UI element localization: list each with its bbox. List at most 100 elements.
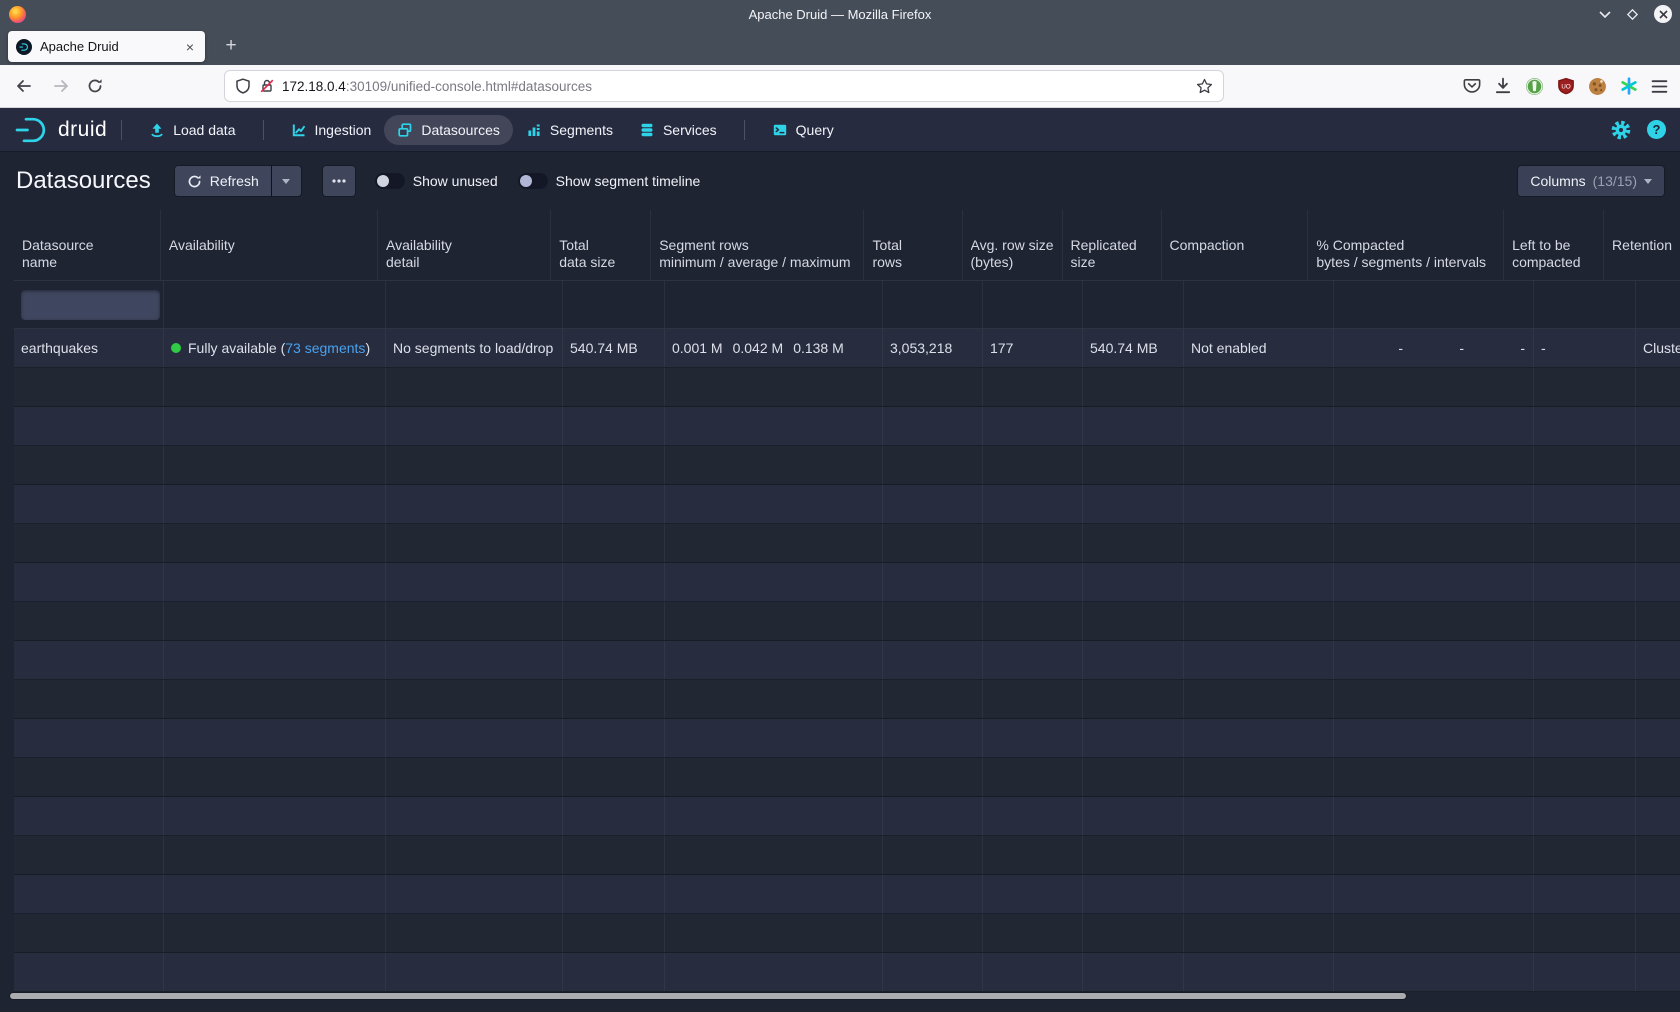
services-icon <box>639 122 655 138</box>
forward-button[interactable] <box>46 71 76 101</box>
refresh-icon <box>187 174 202 189</box>
colorful-asterisk-icon[interactable] <box>1620 77 1638 95</box>
columns-button[interactable]: Columns (13/15) <box>1518 166 1664 196</box>
column-header-pct-compacted[interactable]: % Compactedbytes / segments / intervals <box>1308 210 1504 280</box>
nav-item-label: Query <box>796 122 834 138</box>
column-header-availability[interactable]: Availability <box>161 210 378 280</box>
table-filter-row <box>14 281 1680 329</box>
datasource-filter-input[interactable] <box>21 290 160 320</box>
tab-title: Apache Druid <box>40 39 183 54</box>
download-icon[interactable] <box>1494 77 1512 95</box>
column-header-total-data-size[interactable]: Totaldata size <box>551 210 651 280</box>
refresh-dropdown-button[interactable] <box>272 166 301 196</box>
page-header: Datasources Refresh Show unused Show seg… <box>0 152 1680 210</box>
toggle-track <box>375 173 405 189</box>
datasource-name-cell[interactable]: earthquakes <box>14 329 164 367</box>
show-segment-timeline-label: Show segment timeline <box>556 173 701 189</box>
fully-available-dot-icon <box>171 343 181 353</box>
chevron-down-icon <box>1644 179 1652 184</box>
show-unused-label: Show unused <box>413 173 498 189</box>
nav-item-label: Load data <box>173 122 235 138</box>
more-actions-button[interactable] <box>323 166 355 196</box>
browser-toolbar: 172.18.0.4:30109/unified-console.html#da… <box>0 65 1680 108</box>
refresh-button[interactable]: Refresh <box>175 166 271 196</box>
insecure-lock-icon[interactable] <box>259 78 275 94</box>
table-row-empty <box>14 446 1680 485</box>
table-row-empty <box>14 368 1680 407</box>
nav-item-label: Datasources <box>421 122 500 138</box>
nav-item-label: Segments <box>550 122 613 138</box>
table-row-empty <box>14 485 1680 524</box>
nav-item-label: Ingestion <box>315 122 372 138</box>
table-row-empty <box>14 875 1680 914</box>
window-title: Apache Druid — Mozilla Firefox <box>0 7 1680 22</box>
window-close-button[interactable] <box>1654 5 1672 23</box>
privacy-badger-icon[interactable] <box>1525 77 1544 96</box>
chevron-down-icon <box>282 179 290 184</box>
nav-item-datasources[interactable]: Datasources <box>384 115 513 145</box>
ublock-origin-icon[interactable]: UO <box>1557 77 1575 95</box>
column-header-availability-detail[interactable]: Availabilitydetail <box>378 210 551 280</box>
nav-item-services[interactable]: Services <box>626 115 730 145</box>
window-minimize-button[interactable] <box>1599 10 1611 18</box>
url-host: 172.18.0.4 <box>282 79 346 94</box>
druid-navbar: druid Load data Ingestion Datasources Se… <box>0 108 1680 152</box>
tab-apache-druid[interactable]: Apache Druid × <box>8 31 205 62</box>
show-unused-toggle[interactable]: Show unused <box>375 173 498 189</box>
replicated-size-cell: 540.74 MB <box>1083 329 1184 367</box>
column-header-left-to-be-compacted[interactable]: Left to becompacted <box>1504 210 1604 280</box>
druid-favicon-icon <box>16 39 32 55</box>
settings-gear-icon[interactable] <box>1610 119 1632 141</box>
nav-item-load-data[interactable]: Load data <box>136 115 248 145</box>
help-icon[interactable]: ? <box>1647 120 1666 139</box>
table-row-empty <box>14 719 1680 758</box>
query-icon <box>772 122 788 138</box>
table-row-empty <box>14 524 1680 563</box>
segments-icon <box>526 122 542 138</box>
tracking-shield-icon[interactable] <box>235 78 251 94</box>
column-header-segment-rows[interactable]: Segment rowsminimum / average / maximum <box>651 210 864 280</box>
column-header-replicated-size[interactable]: Replicatedsize <box>1063 210 1162 280</box>
window-maximize-button[interactable] <box>1626 8 1639 21</box>
nav-divider <box>744 120 745 140</box>
hamburger-menu-icon[interactable] <box>1651 79 1668 94</box>
load-data-icon <box>149 122 165 138</box>
show-segment-timeline-toggle[interactable]: Show segment timeline <box>518 173 701 189</box>
total-data-size-cell: 540.74 MB <box>563 329 665 367</box>
availability-detail-cell: No segments to load/drop <box>386 329 563 367</box>
column-header-retention[interactable]: Retention <box>1604 210 1680 280</box>
druid-logo-icon <box>14 115 52 145</box>
avg-row-size-cell: 177 <box>983 329 1083 367</box>
filter-cell <box>14 281 164 328</box>
svg-text:UO: UO <box>1561 83 1570 90</box>
horizontal-scrollbar-thumb[interactable] <box>10 993 1406 999</box>
left-to-be-compacted-cell: - <box>1534 329 1636 367</box>
new-tab-button[interactable]: + <box>217 32 245 60</box>
refresh-label: Refresh <box>210 173 259 189</box>
availability-cell: Fully available (73 segments) <box>164 329 386 367</box>
bookmark-star-icon[interactable] <box>1196 78 1213 95</box>
nav-item-query[interactable]: Query <box>759 115 847 145</box>
nav-item-ingestion[interactable]: Ingestion <box>278 115 385 145</box>
druid-brand[interactable]: druid <box>14 115 107 145</box>
pct-compacted-cell: --- <box>1334 329 1534 367</box>
table-row-empty <box>14 797 1680 836</box>
reload-button[interactable] <box>80 71 110 101</box>
column-header-avg-row-size[interactable]: Avg. row size(bytes) <box>963 210 1063 280</box>
cookie-icon[interactable] <box>1588 77 1607 96</box>
column-header-total-rows[interactable]: Totalrows <box>864 210 962 280</box>
column-header-compaction[interactable]: Compaction <box>1162 210 1309 280</box>
retention-cell[interactable]: Cluster default <box>1636 329 1680 367</box>
table-row-empty <box>14 758 1680 797</box>
pocket-icon[interactable] <box>1463 77 1481 95</box>
table-row-empty <box>14 914 1680 953</box>
page-title: Datasources <box>16 167 151 195</box>
tab-close-icon[interactable]: × <box>183 39 197 55</box>
back-button[interactable] <box>8 71 38 101</box>
url-bar[interactable]: 172.18.0.4:30109/unified-console.html#da… <box>224 70 1224 102</box>
column-header-datasource-name[interactable]: Datasourcename <box>14 210 161 280</box>
segments-link[interactable]: 73 segments <box>285 340 365 356</box>
url-path: :30109/unified-console.html#datasources <box>346 79 592 94</box>
nav-item-segments[interactable]: Segments <box>513 115 626 145</box>
ellipsis-icon <box>332 179 346 183</box>
